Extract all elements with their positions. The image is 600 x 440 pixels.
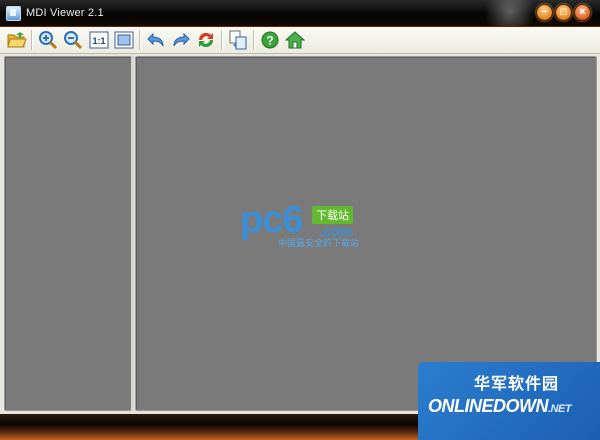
zoom-in-icon: [39, 31, 58, 50]
actual-size-label: 1:1: [92, 36, 105, 46]
toolbar-separator: [139, 30, 141, 50]
fit-window-icon: [114, 31, 134, 49]
title-bar: MDI Viewer 2.1 − □ ×: [0, 0, 600, 27]
toolbar-separator: [31, 30, 33, 50]
actual-size-button[interactable]: 1:1: [88, 29, 110, 51]
toolbar-separator: [253, 30, 255, 50]
rotate-left-button[interactable]: [145, 29, 167, 51]
svg-text:?: ?: [266, 34, 273, 48]
zoom-out-button[interactable]: [62, 29, 84, 51]
pane-splitter[interactable]: [131, 56, 134, 411]
folder-open-icon: [7, 32, 27, 48]
onlinedown-name: ONLINEDOWN: [428, 396, 549, 416]
convert-icon: [229, 30, 247, 50]
pc6-logo: pc6: [240, 199, 303, 241]
redo-arrow-icon: [173, 32, 190, 47]
home-icon: [285, 31, 305, 49]
pc6-slogan: 中国最安全的下载站: [278, 238, 360, 248]
toolbar: 1:1 ?: [0, 27, 600, 54]
home-button[interactable]: [284, 29, 306, 51]
convert-button[interactable]: [227, 29, 249, 51]
help-icon: ?: [261, 31, 279, 49]
open-button[interactable]: [6, 29, 28, 51]
rotate-right-button[interactable]: [170, 29, 192, 51]
pc6-tag: 下载站: [312, 206, 353, 224]
refresh-icon: [198, 32, 214, 48]
close-button[interactable]: ×: [574, 4, 591, 21]
workspace: pc6 下载站 .com 中国最安全的下载站: [0, 54, 600, 414]
actual-size-icon: 1:1: [89, 31, 109, 49]
onlinedown-logo: ONLINEDOWN.NET: [428, 396, 572, 417]
image-view-pane[interactable]: pc6 下载站 .com 中国最安全的下载站: [135, 56, 597, 411]
onlinedown-chinese-name: 华军软件园: [474, 376, 560, 393]
minimize-button[interactable]: −: [536, 4, 553, 21]
zoom-in-button[interactable]: [37, 29, 59, 51]
title-decoration: [470, 0, 540, 26]
undo-arrow-icon: [147, 32, 164, 47]
window-title: MDI Viewer 2.1: [26, 7, 104, 19]
onlinedown-suffix: .NET: [548, 403, 572, 415]
refresh-button[interactable]: [195, 29, 217, 51]
zoom-out-icon: [64, 31, 83, 50]
maximize-button[interactable]: □: [555, 4, 572, 21]
fit-window-button[interactable]: [113, 29, 135, 51]
toolbar-separator: [221, 30, 223, 50]
onlinedown-watermark: 华军软件园 ONLINEDOWN.NET: [418, 362, 600, 440]
file-browser-pane[interactable]: [4, 56, 132, 411]
app-icon[interactable]: [6, 6, 21, 21]
help-button[interactable]: ?: [259, 29, 281, 51]
pc6-watermark: pc6 下载站 .com 中国最安全的下载站: [240, 199, 370, 248]
